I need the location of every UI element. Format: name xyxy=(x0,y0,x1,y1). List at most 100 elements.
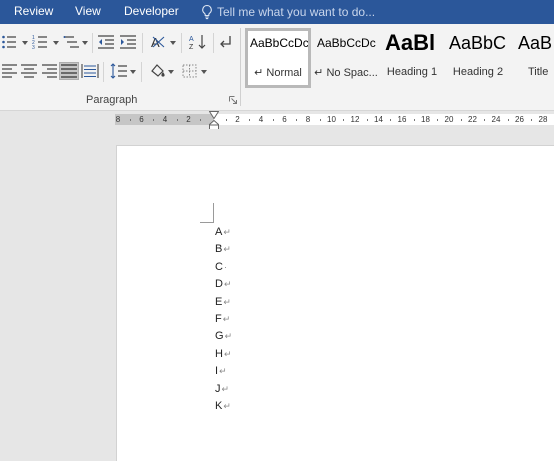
tab-review[interactable]: Review xyxy=(14,4,53,19)
ruler-label: 26 xyxy=(515,115,524,124)
chevron-down-icon[interactable] xyxy=(201,70,207,74)
sort-button[interactable]: A Z xyxy=(189,34,207,50)
distributed-icon xyxy=(81,64,99,78)
style-name: Heading 1 xyxy=(386,66,438,78)
show-marks-icon xyxy=(220,36,231,48)
bullets-button[interactable] xyxy=(1,34,19,50)
sort-icon: A Z xyxy=(189,35,206,50)
document-line[interactable]: J↵ xyxy=(215,381,232,398)
document-line[interactable]: C· xyxy=(215,259,232,276)
line-spacing-button[interactable] xyxy=(110,63,128,79)
borders-icon xyxy=(182,64,197,78)
ruler-label: 20 xyxy=(444,115,454,124)
ruler-tick xyxy=(507,119,509,121)
ruler-tick xyxy=(390,119,392,121)
align-center-button[interactable] xyxy=(20,63,38,79)
first-line-indent-marker[interactable] xyxy=(209,111,219,119)
style-title[interactable]: AaB Title xyxy=(511,28,554,88)
tell-me-search[interactable]: Tell me what you want to do... xyxy=(200,3,375,21)
ruler-label: 14 xyxy=(374,115,383,124)
ruler-tick xyxy=(225,119,227,121)
ruler-label: 4 xyxy=(162,115,168,124)
chevron-down-icon[interactable] xyxy=(53,41,59,45)
ruler-label: 24 xyxy=(491,115,501,124)
justify-button[interactable] xyxy=(59,62,79,80)
chevron-down-icon[interactable] xyxy=(170,41,176,45)
ruler-label: 6 xyxy=(139,115,144,124)
decrease-indent-button[interactable] xyxy=(97,34,115,50)
document-body[interactable]: A↵ B↵ C· D↵ E↵ F↵ G↵ H↵ I↵ J↵ K↵ xyxy=(215,224,232,415)
ruler-label: 8 xyxy=(305,115,311,124)
ruler-tick xyxy=(484,119,486,121)
document-line[interactable]: H↵ xyxy=(215,346,232,363)
ribbon-tab-bar: Review View Developer Tell me what you w… xyxy=(0,0,554,24)
document-line[interactable]: B↵ xyxy=(215,241,232,258)
ruler-label: 6 xyxy=(282,115,287,124)
chevron-down-icon[interactable] xyxy=(130,70,136,74)
document-line[interactable]: A↵ xyxy=(215,224,232,241)
document-page[interactable]: A↵ B↵ C· D↵ E↵ F↵ G↵ H↵ I↵ J↵ K↵ xyxy=(116,145,554,461)
ruler-tick xyxy=(413,119,415,121)
increase-indent-button[interactable] xyxy=(119,34,137,50)
line-text: K xyxy=(215,399,223,412)
style-heading-2[interactable]: AaBbC Heading 2 xyxy=(445,28,511,88)
ruler-tick xyxy=(296,119,298,121)
style-name: Title xyxy=(528,66,549,78)
ruler-tick xyxy=(437,119,439,121)
justify-icon xyxy=(61,64,77,78)
tell-me-placeholder: Tell me what you want to do... xyxy=(217,5,376,19)
document-line[interactable]: K↵ xyxy=(215,398,232,415)
align-left-icon xyxy=(2,64,17,78)
show-marks-button[interactable] xyxy=(218,34,236,50)
ruler-tick xyxy=(319,119,321,121)
paragraph-mark: ↵ xyxy=(224,331,233,342)
document-line[interactable]: G↵ xyxy=(215,328,232,345)
asian-layout-icon: A xyxy=(151,35,165,50)
tab-developer[interactable]: Developer xyxy=(124,4,179,19)
distributed-button[interactable] xyxy=(81,63,99,79)
align-right-button[interactable] xyxy=(40,63,58,79)
document-line[interactable]: E↵ xyxy=(215,294,232,311)
line-text: A xyxy=(215,226,223,238)
multilevel-list-icon xyxy=(63,36,79,48)
ruler-label: 12 xyxy=(350,115,360,124)
paragraph-mark: ↵ xyxy=(223,227,231,237)
document-line[interactable]: F↵ xyxy=(215,311,232,328)
ruler-tick xyxy=(249,119,251,121)
chevron-down-icon[interactable] xyxy=(168,70,174,74)
ruler-tick xyxy=(153,119,155,121)
horizontal-ruler[interactable]: 8 6 4 2 2 4 6 8 10 12 14 16 18 20 22 24 26 28 xyxy=(0,111,554,130)
ruler-label: 2 xyxy=(186,115,191,124)
document-line[interactable]: I↵ xyxy=(215,363,232,380)
chevron-down-icon[interactable] xyxy=(82,41,88,45)
asian-layout-button[interactable]: A xyxy=(150,34,168,50)
style-preview: AaBbCcDc xyxy=(250,36,309,50)
borders-button[interactable] xyxy=(181,63,199,79)
ruler-tick xyxy=(200,119,202,121)
ruler-tick xyxy=(366,119,368,121)
paragraph-group-label: Paragraph xyxy=(86,94,138,106)
paragraph-mark: · xyxy=(223,261,227,272)
svg-text:A: A xyxy=(189,36,194,43)
dialog-launcher-icon[interactable] xyxy=(229,96,237,104)
line-text: D xyxy=(215,278,223,291)
shading-button[interactable] xyxy=(149,63,167,79)
style-name: ↵ No Spac... xyxy=(314,67,378,79)
text-boundary-mark xyxy=(200,203,214,223)
line-text: H xyxy=(215,347,223,360)
line-text: E xyxy=(215,295,223,308)
style-no-spacing[interactable]: AaBbCcDc ↵ No Spac... xyxy=(313,28,379,88)
paragraph-mark: ↵ xyxy=(223,296,231,307)
document-line[interactable]: D↵ xyxy=(215,276,232,293)
style-normal[interactable]: AaBbCcDc ↵ Normal xyxy=(245,28,311,88)
multilevel-list-button[interactable] xyxy=(63,34,81,50)
align-center-icon xyxy=(21,64,37,78)
ruler-label: 2 xyxy=(235,115,240,124)
chevron-down-icon[interactable] xyxy=(22,41,28,45)
tab-view[interactable]: View xyxy=(75,4,101,19)
numbering-button[interactable]: 1 2 3 xyxy=(32,34,50,50)
align-left-button[interactable] xyxy=(1,63,19,79)
ruler-label: 8 xyxy=(115,115,121,124)
style-heading-1[interactable]: AaBl Heading 1 xyxy=(381,28,443,88)
paragraph-mark: ↵ xyxy=(222,313,231,324)
